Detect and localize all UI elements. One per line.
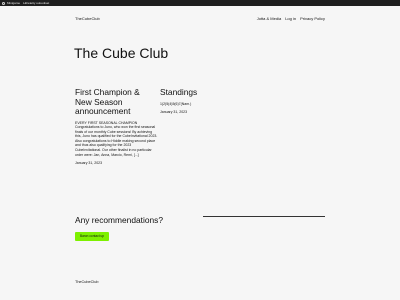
nav-item-media[interactable]: Jotta & Media [257,16,281,21]
post-date: January 31, 2023 [75,161,103,166]
admin-bar-item-0[interactable]: Minigame [7,0,20,6]
post-card: First Champion & New Season announcement… [75,87,158,166]
post-excerpt: 1(2)5(4)5(6)7(Nam.) [160,101,192,106]
admin-bar: Minigame Lähetetty uutuutiset [0,0,400,6]
wordpress-logo-icon[interactable] [2,1,5,5]
section-divider [203,216,325,217]
post-card: Standings 1(2)5(4)5(6)7(Nam.) January 31… [160,87,240,115]
footer-site-title[interactable]: TheCubeClub [75,280,98,285]
nav-item-privacy-policy[interactable]: Privacy Policy [300,16,325,21]
page-title: The Cube Club [74,45,169,61]
post-date: January 31, 2023 [160,110,188,115]
post-title-link[interactable]: Standings [160,87,240,98]
recommendations-heading: Any recommendations? [75,215,163,225]
admin-bar-item-1[interactable]: Lähetetty uutuutiset [23,0,49,6]
nav-item-login[interactable]: Log in [285,16,296,21]
post-excerpt: EVERY FIRST SEASONAL CHAMPION Congratula… [75,120,158,157]
post-title-link[interactable]: First Champion & New Season announcement [75,87,158,117]
site-title-link[interactable]: TheCubeClub [75,16,100,21]
primary-nav: Jotta & Media Log in Privacy Policy [257,16,325,21]
contact-button[interactable]: Baron contact up [75,232,109,241]
